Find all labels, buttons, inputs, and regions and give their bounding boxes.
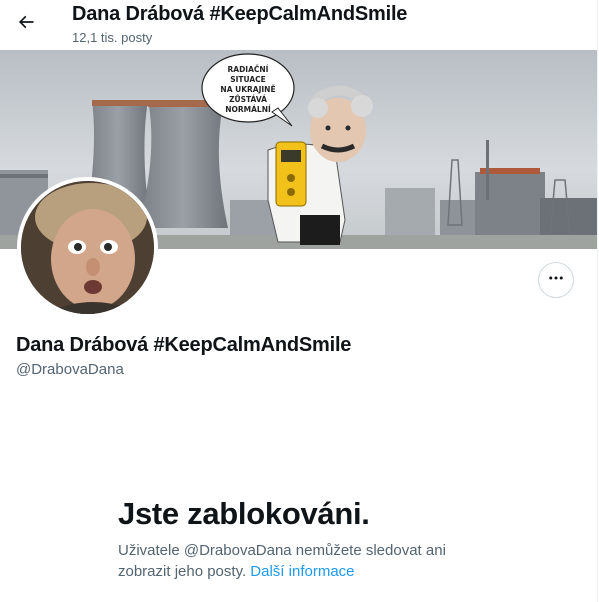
back-button[interactable]: [8, 6, 44, 42]
profile-avatar[interactable]: [17, 177, 158, 318]
speech-line-2: SITUACE: [230, 75, 266, 84]
speech-line-5: NORMÁLNÍ: [225, 105, 271, 114]
avatar-image: [21, 181, 154, 314]
learn-more-link[interactable]: Další informace: [250, 563, 354, 580]
header-display-name: Dana Drábová #KeepCalmAndSmile: [72, 3, 408, 25]
header-posts-count: 12,1 tis. posty: [72, 30, 153, 45]
speech-line-1: RADIAČNÍ: [228, 65, 269, 74]
more-options-button[interactable]: [538, 262, 574, 298]
more-horizontal-icon: [547, 269, 565, 292]
blocked-title: Jste zablokováni.: [118, 496, 370, 531]
profile-header-bar: Dana Drábová #KeepCalmAndSmile 12,1 tis.…: [0, 0, 597, 50]
arrow-left-icon: [16, 12, 36, 37]
column-divider: [597, 0, 598, 602]
profile-display-name: Dana Drábová #KeepCalmAndSmile: [16, 334, 352, 356]
profile-handle: @DrabovaDana: [16, 361, 124, 378]
speech-line-3: NA UKRAJINĚ: [220, 85, 275, 94]
blocked-message: Uživatele @DrabovaDana nemůžete sledovat…: [118, 540, 478, 582]
speech-line-4: ZŮSTÁVÁ: [229, 95, 267, 104]
